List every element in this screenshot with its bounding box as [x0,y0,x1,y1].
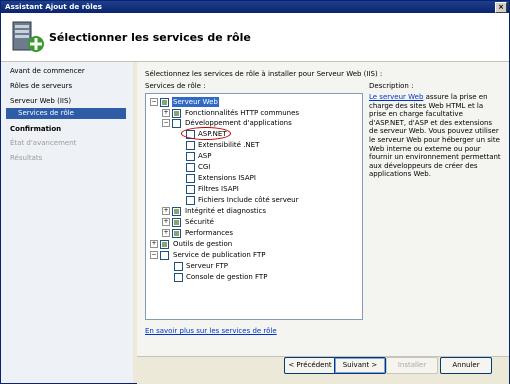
step-results: Résultats [10,154,43,162]
checkbox[interactable] [174,273,183,282]
description-body: assure la prise en charge des sites Web … [369,93,501,179]
expand-icon[interactable]: + [162,207,170,215]
intro-text: Sélectionnez les services de rôle à inst… [145,70,383,78]
tree-label: Serveur Web [172,97,219,107]
close-icon[interactable]: × [495,2,507,13]
checkbox[interactable] [186,196,195,205]
step-before-you-begin[interactable]: Avant de commencer [10,67,85,75]
tree-label: Performances [185,229,234,237]
previous-button[interactable]: < Précédent [284,357,336,374]
checkbox[interactable] [172,207,181,216]
tree-label: ASP [198,152,212,160]
title-bar: Assistant Ajout de rôles × [1,1,509,13]
checkbox[interactable] [172,229,181,238]
collapse-icon[interactable]: − [150,251,158,259]
checkbox[interactable] [174,262,183,271]
tree-label: Extensions ISAPI [198,174,256,182]
step-web-server-iis[interactable]: Serveur Web (IIS) [10,97,71,105]
tree-label: Serveur FTP [186,262,229,270]
role-services-tree[interactable]: − Serveur Web + Fonctionnalités HTTP com… [145,93,363,320]
step-confirmation[interactable]: Confirmation [10,125,61,133]
checkbox[interactable] [186,185,195,194]
step-progress: État d'avancement [10,139,77,147]
cancel-button[interactable]: Annuler [440,357,492,374]
tree-label: Outils de gestion [173,240,233,248]
checkbox[interactable] [160,251,169,260]
collapse-icon[interactable]: − [150,98,158,106]
page-title: Sélectionner les services de rôle [49,31,251,44]
expand-icon[interactable]: + [162,109,170,117]
wizard-header: Sélectionner les services de rôle [1,13,509,62]
annotation-circle [181,127,231,140]
checkbox[interactable] [160,240,169,249]
more-info-link[interactable]: En savoir plus sur les services de rôle [145,327,277,335]
collapse-icon[interactable]: − [162,119,170,127]
web-server-link[interactable]: Le serveur Web [369,93,423,101]
checkbox[interactable] [186,152,195,161]
tree-label: Fichiers Include côté serveur [198,196,299,204]
tree-label: CGI [198,163,211,171]
tree-label: Filtres ISAPI [198,185,239,193]
tree-label: Fonctionnalités HTTP communes [185,109,300,117]
next-button[interactable]: Suivant > [334,357,386,374]
step-role-services[interactable]: Services de rôle [6,108,126,119]
expand-icon[interactable]: + [150,240,158,248]
window-title: Assistant Ajout de rôles [5,2,102,11]
tree-label: Intégrité et diagnostics [185,207,267,215]
checkbox[interactable] [160,98,169,107]
description-text: Le serveur Web assure la prise en charge… [369,93,501,179]
tree-label: Sécurité [185,218,214,226]
role-services-label: Services de rôle : [145,82,206,90]
server-roles-icon [12,21,44,52]
checkbox[interactable] [172,109,181,118]
checkbox[interactable] [172,218,181,227]
step-server-roles[interactable]: Rôles de serveurs [10,82,72,90]
checkbox[interactable] [186,163,195,172]
expand-icon[interactable]: + [162,229,170,237]
checkbox[interactable] [186,141,195,150]
install-button: Installer [386,357,438,374]
tree-label: Console de gestion FTP [186,273,268,281]
tree-label: Service de publication FTP [173,251,266,259]
description-heading: Description : [369,82,414,90]
checkbox[interactable] [172,119,181,128]
tree-label: Extensibilité .NET [198,141,260,149]
checkbox[interactable] [186,174,195,183]
expand-icon[interactable]: + [162,218,170,226]
